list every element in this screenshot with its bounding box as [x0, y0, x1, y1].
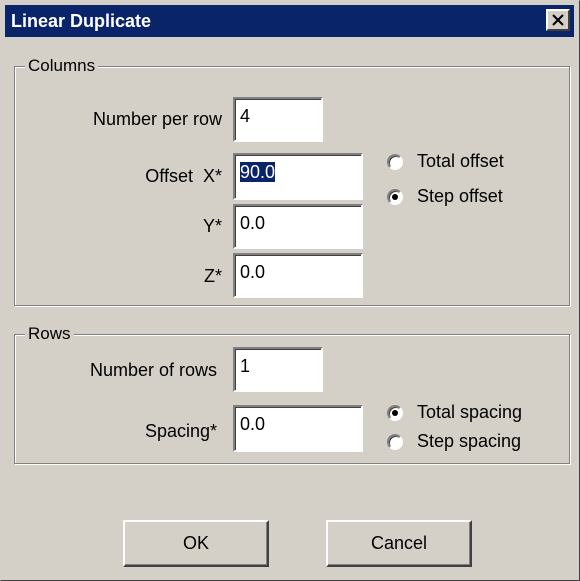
- linear-duplicate-dialog: Linear Duplicate Columns Number per row …: [0, 0, 580, 581]
- step-offset-radio[interactable]: Step offset: [387, 184, 547, 210]
- offset-z-value: 0.0: [240, 262, 266, 282]
- total-spacing-radio-button[interactable]: [387, 405, 403, 421]
- total-spacing-label: Total spacing: [417, 402, 523, 422]
- close-icon: [552, 14, 564, 26]
- step-offset-label: Step offset: [417, 186, 503, 206]
- cancel-button[interactable]: Cancel: [326, 520, 472, 567]
- step-spacing-radio-button[interactable]: [387, 434, 403, 450]
- number-per-row-label: Number per row: [92, 109, 222, 129]
- number-of-rows-value: 1: [240, 356, 251, 376]
- offset-z-field[interactable]: 0.0: [233, 253, 363, 298]
- offset-y-field[interactable]: 0.0: [233, 204, 363, 249]
- spacing-label: Spacing*: [144, 421, 217, 441]
- offset-y-label: Y*: [202, 216, 222, 236]
- offset-z-label: Z*: [204, 266, 222, 286]
- title-bar[interactable]: Linear Duplicate: [5, 5, 574, 37]
- number-of-rows-label: Number of rows: [89, 360, 217, 380]
- window-title: Linear Duplicate: [11, 11, 152, 31]
- total-offset-radio-button[interactable]: [387, 154, 403, 170]
- total-offset-label: Total offset: [417, 151, 504, 171]
- offset-x-value: 90.0: [240, 162, 276, 182]
- spacing-value: 0.0: [240, 414, 266, 434]
- number-of-rows-field[interactable]: 1: [233, 347, 323, 392]
- offset-x-label: Offset X*: [145, 166, 222, 186]
- number-per-row-field[interactable]: 4: [233, 97, 323, 142]
- spacing-field[interactable]: 0.0: [233, 405, 363, 452]
- step-spacing-radio[interactable]: Step spacing: [387, 429, 562, 455]
- total-offset-radio[interactable]: Total offset: [387, 149, 547, 175]
- total-spacing-radio[interactable]: Total spacing: [387, 400, 562, 426]
- offset-y-value: 0.0: [240, 213, 266, 233]
- offset-x-field[interactable]: 90.0: [233, 153, 363, 200]
- number-per-row-value: 4: [240, 106, 251, 126]
- close-button[interactable]: [546, 9, 570, 31]
- columns-legend: Columns: [25, 55, 99, 77]
- step-spacing-label: Step spacing: [417, 431, 522, 451]
- step-offset-radio-button[interactable]: [387, 189, 403, 205]
- rows-legend: Rows: [25, 323, 74, 345]
- ok-button[interactable]: OK: [123, 520, 269, 567]
